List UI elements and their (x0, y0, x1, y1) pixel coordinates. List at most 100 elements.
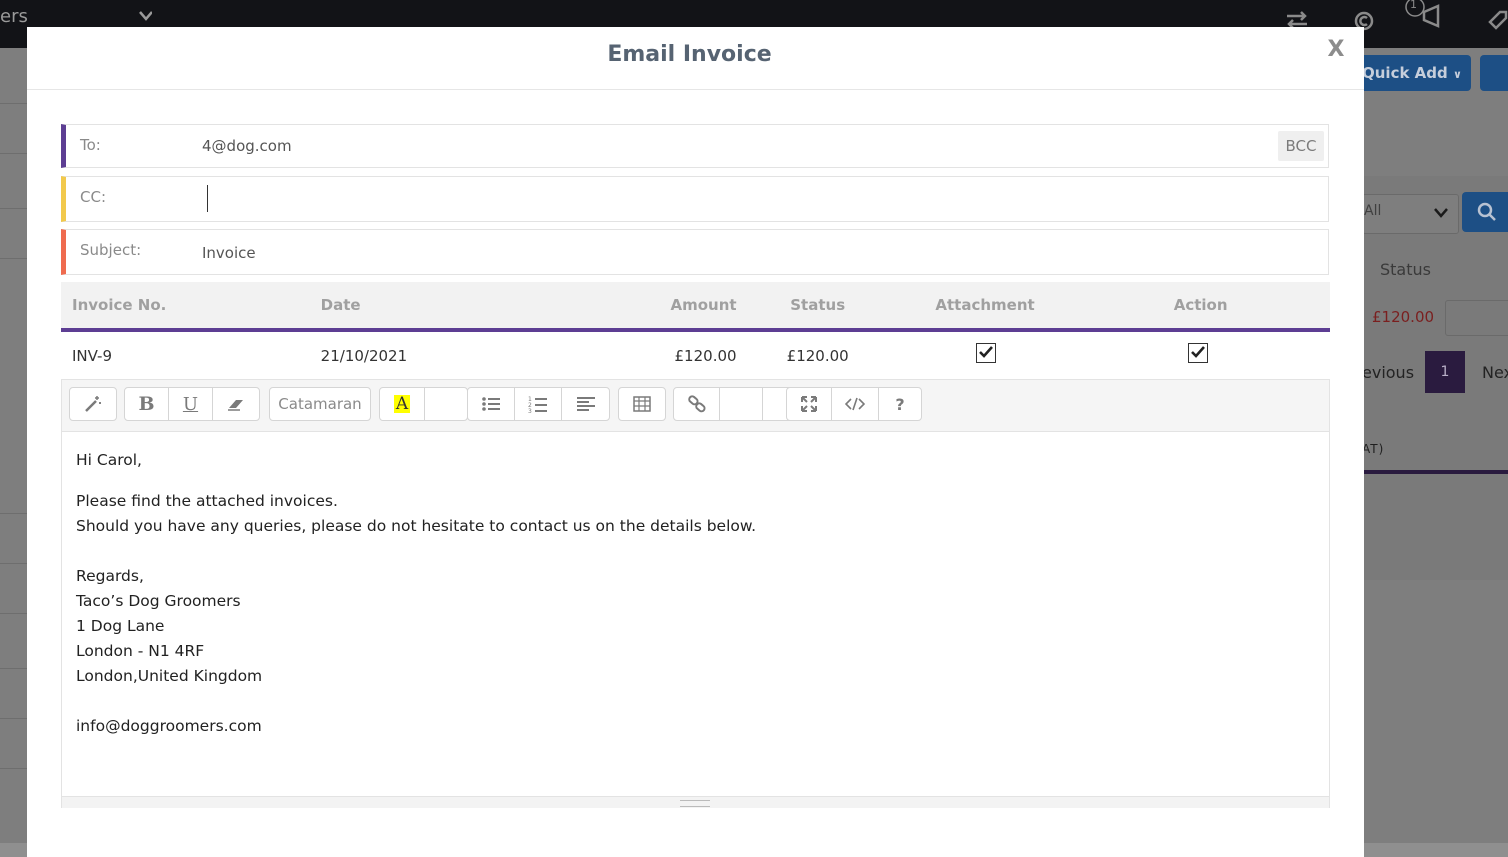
pagination-current-page[interactable]: 1 (1425, 351, 1465, 393)
editor-toolbar: B U Catamaran A 123 ? (62, 380, 1329, 432)
close-button[interactable]: X (1323, 37, 1349, 63)
toolbar-group-view: ? (786, 387, 922, 423)
greeting-line: Hi Carol, (76, 451, 142, 469)
eraser-icon[interactable] (212, 387, 260, 421)
subject-input[interactable] (202, 238, 1272, 268)
toolbar-group-font: B U (124, 387, 260, 423)
attachment-checkbox[interactable] (976, 343, 997, 363)
link-icon[interactable] (673, 387, 720, 421)
font-family-dropdown[interactable]: Catamaran (269, 387, 371, 421)
editor-content[interactable]: Hi Carol, Please find the attached invoi… (76, 448, 1306, 739)
header-action: Action (1071, 282, 1330, 332)
divider (0, 768, 28, 769)
body-line-1: Please find the attached invoices. (76, 492, 338, 510)
modal-title: Email Invoice (607, 42, 772, 67)
toolbar-group-para: 123 (467, 387, 610, 423)
chevron-down-icon (1434, 208, 1448, 218)
divider (0, 153, 28, 154)
fullscreen-icon[interactable] (786, 387, 832, 421)
divider (0, 668, 28, 669)
bold-icon[interactable]: B (124, 387, 169, 421)
divider (0, 718, 28, 719)
quick-add-button[interactable]: Quick Add ∨ (1356, 55, 1471, 91)
email-invoice-modal: Email Invoice X To: BCC CC: Subject: Inv… (27, 27, 1364, 857)
amount-cell: £120.00 (674, 346, 737, 365)
status-cell: £120.00 (786, 346, 849, 365)
row-amount: £120.00 (1372, 308, 1435, 326)
to-field-row: To: BCC (61, 124, 1329, 168)
divider (0, 103, 28, 104)
cc-field-row: CC: (61, 176, 1329, 222)
header-attachment: Attachment (898, 282, 1072, 332)
action-checkbox[interactable] (1188, 343, 1209, 363)
attachment-cell (899, 330, 1071, 379)
address-line-3: London,United Kingdom (76, 667, 263, 685)
ordered-list-icon[interactable]: 123 (514, 387, 562, 421)
text-cursor (207, 185, 208, 212)
status-column-header: Status (1380, 260, 1431, 279)
to-input[interactable] (202, 131, 1272, 161)
color-dropdown-button[interactable] (424, 387, 468, 421)
help-icon[interactable]: ? (878, 387, 922, 421)
regards-line: Regards, (76, 567, 144, 585)
notification-count: 1 (1410, 0, 1417, 11)
cc-input[interactable] (202, 183, 1272, 213)
modal-header: Email Invoice X (27, 27, 1364, 90)
date-cell: 21/10/2021 (320, 346, 408, 365)
grid-menu-button[interactable] (1480, 55, 1508, 91)
header-date: Date (320, 282, 605, 332)
body-line-2: Should you have any queries, please do n… (76, 517, 757, 535)
underline-icon[interactable]: U (168, 387, 213, 421)
table-header-underline (1364, 470, 1508, 474)
subject-label: Subject: (80, 241, 142, 259)
table-icon[interactable] (618, 387, 666, 421)
unordered-list-icon[interactable] (467, 387, 515, 421)
picture-button[interactable] (719, 387, 763, 421)
svg-text:3: 3 (528, 408, 532, 413)
toolbar-group-color: A (379, 387, 468, 423)
company-name: Taco’s Dog Groomers (76, 592, 241, 610)
toolbar-group-fontname: Catamaran (269, 387, 371, 423)
divider (0, 513, 28, 514)
rich-text-editor: B U Catamaran A 123 ? Hi Carol, Please f… (61, 379, 1330, 808)
highlight-color-icon[interactable]: A (379, 387, 425, 421)
resize-grip-icon (680, 800, 710, 807)
chevron-down-icon: ∨ (1452, 68, 1462, 81)
top-title-fragment: ers (0, 6, 28, 27)
announcement-icon[interactable] (1402, 0, 1446, 30)
chevron-down-icon[interactable] (138, 10, 152, 24)
divider (0, 613, 28, 614)
search-button[interactable] (1462, 192, 1508, 232)
address-line-2: London - N1 4RF (76, 642, 205, 660)
to-label: To: (80, 136, 101, 154)
search-icon (1477, 202, 1496, 221)
quick-add-label: Quick Add (1362, 64, 1448, 82)
invoice-table: Invoice No. Date Amount Status Attachmen… (61, 282, 1330, 379)
subject-field-row: Subject: (61, 229, 1329, 275)
divider (0, 563, 28, 564)
invoice-no-cell: INV-9 (72, 346, 112, 365)
pagination-next[interactable]: Nex (1482, 363, 1508, 382)
row-action-select[interactable] (1445, 300, 1508, 336)
toolbar-group-style (69, 387, 117, 423)
pagination-previous[interactable]: evious (1362, 363, 1414, 382)
header-status: Status (736, 282, 899, 332)
align-icon[interactable] (561, 387, 610, 421)
filter-select-value: All (1364, 203, 1382, 219)
cc-label: CC: (80, 188, 107, 206)
table-row: INV-9 21/10/2021 £120.00 £120.00 (61, 330, 1330, 379)
checkmark-icon (979, 346, 994, 358)
editor-resize-handle[interactable] (62, 796, 1329, 808)
divider (0, 258, 28, 259)
contact-email: info@doggroomers.com (76, 717, 262, 735)
tag-icon[interactable] (1486, 8, 1508, 32)
action-cell (1071, 330, 1330, 379)
code-view-icon[interactable] (831, 387, 879, 421)
header-amount: Amount (604, 282, 737, 332)
divider (0, 208, 28, 209)
address-line-1: 1 Dog Lane (76, 617, 165, 635)
bcc-button[interactable]: BCC (1278, 131, 1324, 161)
vat-label: AT) (1362, 442, 1385, 456)
toolbar-group-table (618, 387, 666, 423)
magic-icon[interactable] (69, 387, 117, 421)
